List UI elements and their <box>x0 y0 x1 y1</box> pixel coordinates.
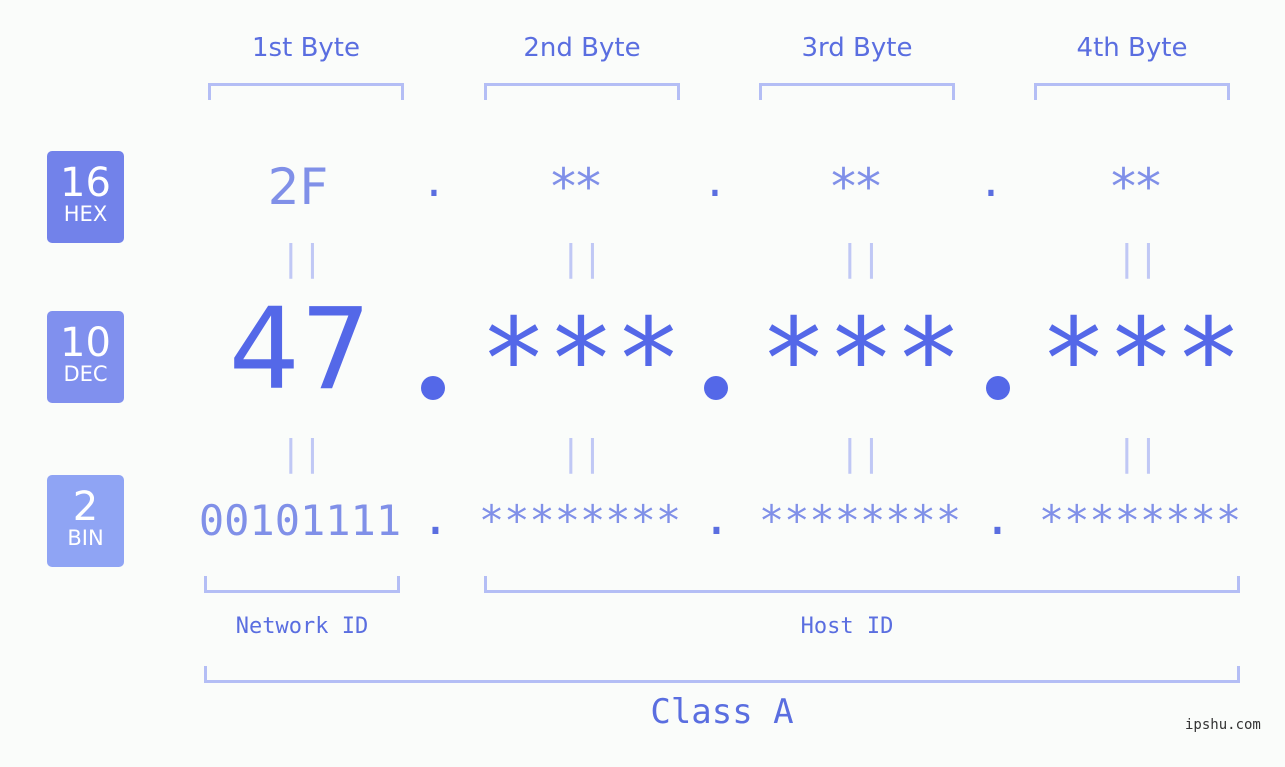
hex-byte-4: ** <box>1111 158 1161 216</box>
dec-byte-3: *** <box>759 295 963 425</box>
equals-dec-bin-1: || <box>280 433 324 474</box>
hex-separator-2: . <box>707 150 723 208</box>
dec-byte-2: *** <box>479 295 683 425</box>
header-bracket-1 <box>208 83 404 100</box>
class-bracket <box>204 666 1240 683</box>
hex-badge-number: 16 <box>60 160 111 206</box>
equals-hex-dec-2: || <box>560 238 604 279</box>
network-id-bracket <box>204 576 400 593</box>
bin-byte-2: ******** <box>478 496 682 545</box>
header-byte-1: 1st Byte <box>252 33 360 63</box>
equals-dec-bin-2: || <box>560 433 604 474</box>
bin-separator-2: . <box>702 490 731 546</box>
hex-byte-2: ** <box>551 158 601 216</box>
dec-byte-4: *** <box>1039 295 1243 425</box>
header-bracket-4 <box>1034 83 1230 100</box>
dec-byte-1: 47 <box>228 285 372 415</box>
equals-hex-dec-1: || <box>280 238 324 279</box>
dec-badge-number: 10 <box>60 320 111 366</box>
bin-byte-1: 00101111 <box>198 496 402 545</box>
hex-badge: 16 HEX <box>47 151 124 243</box>
hex-badge-label: HEX <box>63 202 108 226</box>
network-id-label: Network ID <box>235 614 369 639</box>
header-byte-2: 2nd Byte <box>523 33 641 63</box>
header-bracket-3 <box>759 83 955 100</box>
header-bracket-2 <box>484 83 680 100</box>
bin-byte-3: ******** <box>758 496 962 545</box>
equals-hex-dec-4: || <box>1116 238 1160 279</box>
bin-badge-number: 2 <box>72 484 99 530</box>
hex-separator-1: . <box>426 150 442 208</box>
dec-separator-2 <box>704 376 728 400</box>
header-byte-3: 3rd Byte <box>801 33 913 63</box>
hex-byte-1: 2F <box>267 158 329 216</box>
bin-separator-1: . <box>421 490 450 546</box>
host-id-bracket <box>484 576 1240 593</box>
watermark: ipshu.com <box>1185 717 1261 733</box>
hex-separator-3: . <box>983 150 999 208</box>
dec-separator-1 <box>421 376 445 400</box>
hex-byte-3: ** <box>831 158 881 216</box>
equals-dec-bin-3: || <box>839 433 883 474</box>
bin-badge: 2 BIN <box>47 475 124 567</box>
host-id-label: Host ID <box>800 614 894 639</box>
equals-hex-dec-3: || <box>839 238 883 279</box>
bin-byte-4: ******** <box>1038 496 1242 545</box>
dec-badge-label: DEC <box>63 362 108 386</box>
header-byte-4: 4th Byte <box>1076 33 1188 63</box>
equals-dec-bin-4: || <box>1116 433 1160 474</box>
bin-badge-label: BIN <box>67 526 104 550</box>
bin-separator-3: . <box>983 490 1012 546</box>
class-label: Class A <box>650 692 794 732</box>
dec-badge: 10 DEC <box>47 311 124 403</box>
dec-separator-3 <box>986 376 1010 400</box>
